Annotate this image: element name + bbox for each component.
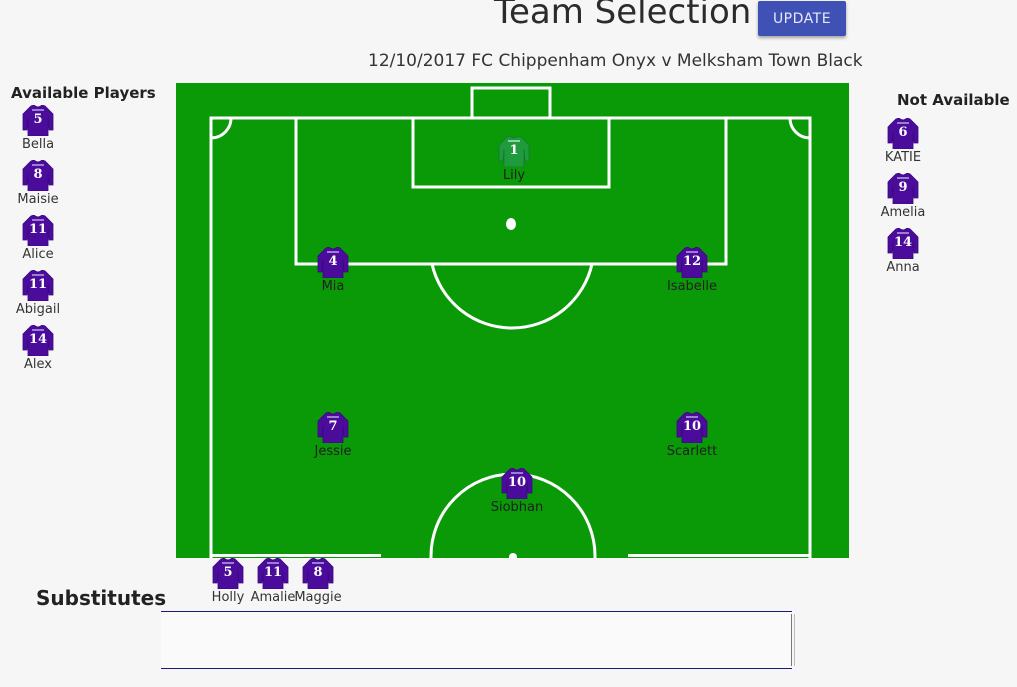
shirt-icon: 10: [501, 468, 533, 499]
shirt-icon: 7: [317, 412, 349, 443]
shirt-number: 11: [28, 222, 48, 237]
penalty-arc: [430, 263, 594, 330]
shirt-icon: 5: [22, 105, 54, 136]
player-name: Anna: [886, 260, 920, 275]
shirt-number: 12: [682, 254, 702, 269]
available-player[interactable]: 5 Bella: [8, 105, 68, 152]
player-name: Bella: [21, 137, 55, 152]
available-players-heading: Available Players: [11, 84, 156, 102]
player-name: Abigail: [15, 302, 61, 317]
shirt-number: 10: [682, 419, 702, 434]
player-name: Isabelle: [666, 279, 718, 294]
corner-arc-right: [788, 117, 811, 140]
centre-spot: [509, 553, 517, 558]
shirt-number: 8: [33, 167, 43, 182]
unavailable-player[interactable]: 9 Amelia: [873, 173, 933, 220]
page-title: Team Selection: [494, 0, 752, 32]
shirt-number: 6: [898, 125, 908, 140]
shirt-number: 7: [328, 419, 338, 434]
shirt-number: 5: [33, 112, 43, 127]
player-name: Lily: [502, 168, 526, 183]
pitch-player[interactable]: 10 Siobhan: [487, 468, 547, 515]
pitch-player[interactable]: 12 Isabelle: [662, 247, 722, 294]
unavailable-player[interactable]: 14 Anna: [873, 228, 933, 275]
player-name: Maggie: [294, 590, 342, 605]
shirt-icon: 11: [257, 558, 289, 589]
pitch-player[interactable]: 10 Scarlett: [662, 412, 722, 459]
player-name: Scarlett: [666, 444, 718, 459]
shirt-number: 9: [898, 180, 908, 195]
pitch-player-goalkeeper[interactable]: 1 Lily: [484, 136, 544, 183]
player-name: Alex: [24, 357, 52, 372]
not-available-heading: Not Available: [897, 91, 1010, 109]
shirt-number: 1: [509, 143, 519, 158]
fixture-title: 12/10/2017 FC Chippenham Onyx v Melksham…: [368, 51, 863, 71]
substitute-player[interactable]: 8 Maggie: [288, 558, 348, 605]
penalty-spot: [506, 218, 516, 230]
player-name: Amelia: [880, 205, 926, 220]
shirt-icon: 10: [676, 412, 708, 443]
halfway-line: [628, 554, 810, 557]
corner-arc-left: [210, 117, 233, 140]
available-player[interactable]: 11 Alice: [8, 215, 68, 262]
shirt-number: 14: [28, 332, 48, 347]
shirt-number: 14: [893, 235, 913, 250]
player-name: Maisie: [17, 192, 59, 207]
shirt-icon: 6: [887, 118, 919, 149]
shirt-icon: 9: [887, 173, 919, 204]
available-player[interactable]: 11 Abigail: [8, 270, 68, 317]
shirt-icon: 11: [22, 215, 54, 246]
shirt-number: 10: [507, 475, 527, 490]
substitutes-drop-zone[interactable]: [161, 611, 795, 669]
substitutes-heading: Substitutes: [36, 586, 167, 610]
pitch-player[interactable]: 4 Mia: [303, 247, 363, 294]
resize-handle[interactable]: [791, 614, 795, 666]
pitch[interactable]: 1 Lily 4 Mia 12 Isabelle 7 Jessie 10 Sca…: [176, 83, 849, 558]
shirt-number: 8: [313, 565, 323, 580]
shirt-icon: 14: [22, 325, 54, 356]
player-name: Mia: [321, 279, 345, 294]
player-name: Siobhan: [490, 500, 544, 515]
shirt-icon: 11: [22, 270, 54, 301]
shirt-number: 11: [263, 565, 283, 580]
shirt-number: 11: [28, 277, 48, 292]
unavailable-player[interactable]: 6 KATIE: [873, 118, 933, 165]
player-name: Alice: [22, 247, 54, 262]
shirt-icon: 8: [302, 558, 334, 589]
shirt-icon: 1: [498, 136, 530, 167]
player-name: Jessie: [314, 444, 352, 459]
available-player[interactable]: 14 Alex: [8, 325, 68, 372]
available-player[interactable]: 8 Maisie: [8, 160, 68, 207]
shirt-icon: 12: [676, 247, 708, 278]
pitch-player[interactable]: 7 Jessie: [303, 412, 363, 459]
player-name: Holly: [211, 590, 245, 605]
goal: [470, 86, 552, 120]
shirt-icon: 14: [887, 228, 919, 259]
shirt-icon: 5: [212, 558, 244, 589]
halfway-line: [211, 554, 381, 557]
shirt-number: 5: [223, 565, 233, 580]
shirt-icon: 8: [22, 160, 54, 191]
update-button[interactable]: UPDATE: [758, 1, 846, 36]
shirt-icon: 4: [317, 247, 349, 278]
shirt-number: 4: [328, 254, 338, 269]
player-name: KATIE: [884, 150, 922, 165]
